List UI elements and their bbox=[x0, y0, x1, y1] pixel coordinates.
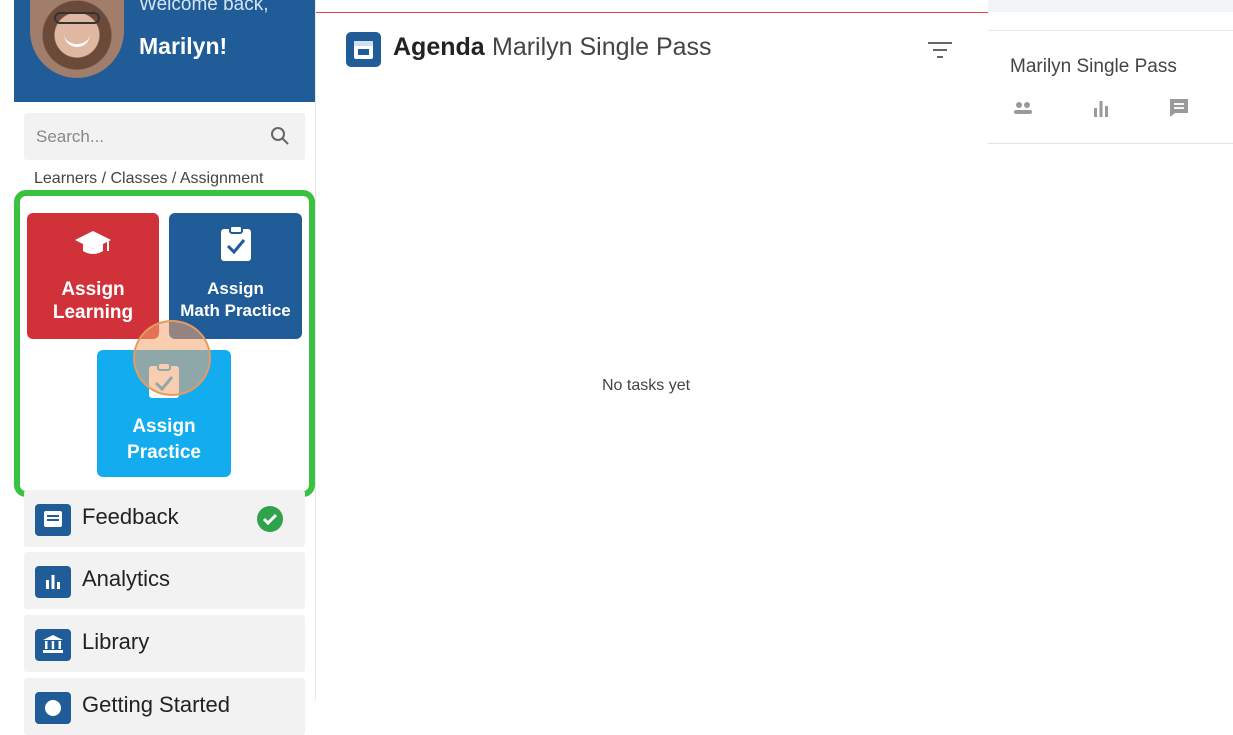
assign-learning-label-1: Assign bbox=[61, 279, 125, 300]
assign-math-practice-button[interactable]: Assign Math Practice bbox=[169, 213, 302, 339]
avatar-glasses bbox=[54, 12, 100, 24]
right-panel-divider bbox=[988, 143, 1233, 144]
sidebar-item-analytics[interactable]: Analytics bbox=[24, 552, 305, 609]
bar-chart-icon[interactable] bbox=[1089, 96, 1113, 120]
assign-practice-label-1: Assign bbox=[132, 416, 196, 437]
search-icon[interactable] bbox=[270, 126, 290, 146]
people-icon[interactable] bbox=[1011, 96, 1035, 120]
right-panel-divider bbox=[988, 30, 1233, 31]
search-box[interactable] bbox=[24, 113, 305, 160]
clipboard-check-icon bbox=[220, 225, 251, 261]
avatar-smile bbox=[64, 34, 90, 47]
top-accent-line bbox=[315, 12, 988, 13]
check-circle-icon bbox=[257, 506, 283, 532]
click-indicator bbox=[133, 320, 211, 396]
graduation-cap-icon bbox=[75, 231, 111, 254]
sidebar-item-label: Getting Started bbox=[82, 692, 230, 717]
welcome-user-name: Marilyn! bbox=[139, 33, 228, 59]
calendar-icon bbox=[346, 32, 381, 67]
empty-agenda-message: No tasks yet bbox=[602, 377, 691, 394]
breadcrumb[interactable]: Learners / Classes / Assignment bbox=[34, 170, 263, 188]
sidebar-item-label: Feedback bbox=[82, 504, 179, 529]
library-icon bbox=[35, 629, 71, 661]
sidebar-item-label: Library bbox=[82, 629, 150, 654]
agenda-subtitle: Marilyn Single Pass bbox=[492, 33, 712, 61]
assign-learning-button[interactable]: Assign Learning bbox=[27, 213, 159, 339]
sidebar-item-feedback[interactable]: Feedback bbox=[24, 490, 305, 547]
help-icon bbox=[35, 692, 71, 724]
assign-practice-label-2: Practice bbox=[127, 442, 201, 463]
feedback-icon bbox=[35, 504, 71, 536]
sidebar-item-getting-started[interactable]: Getting Started bbox=[24, 678, 305, 735]
sidebar-item-label: Analytics bbox=[82, 566, 171, 591]
search-input[interactable] bbox=[34, 123, 258, 151]
agenda-title: Agenda bbox=[393, 33, 485, 61]
analytics-icon bbox=[35, 566, 71, 598]
assign-learning-label-2: Learning bbox=[52, 302, 134, 323]
right-panel-title: Marilyn Single Pass bbox=[1010, 56, 1177, 77]
welcome-prefix: Welcome back, bbox=[139, 0, 269, 15]
sidebar-item-library[interactable]: Library bbox=[24, 615, 305, 672]
top-right-bar bbox=[988, 0, 1233, 12]
comment-icon[interactable] bbox=[1167, 96, 1191, 120]
filter-icon[interactable] bbox=[927, 40, 953, 60]
assign-math-label-2: Math Practice bbox=[180, 301, 291, 320]
assign-math-label-1: Assign bbox=[207, 279, 264, 298]
